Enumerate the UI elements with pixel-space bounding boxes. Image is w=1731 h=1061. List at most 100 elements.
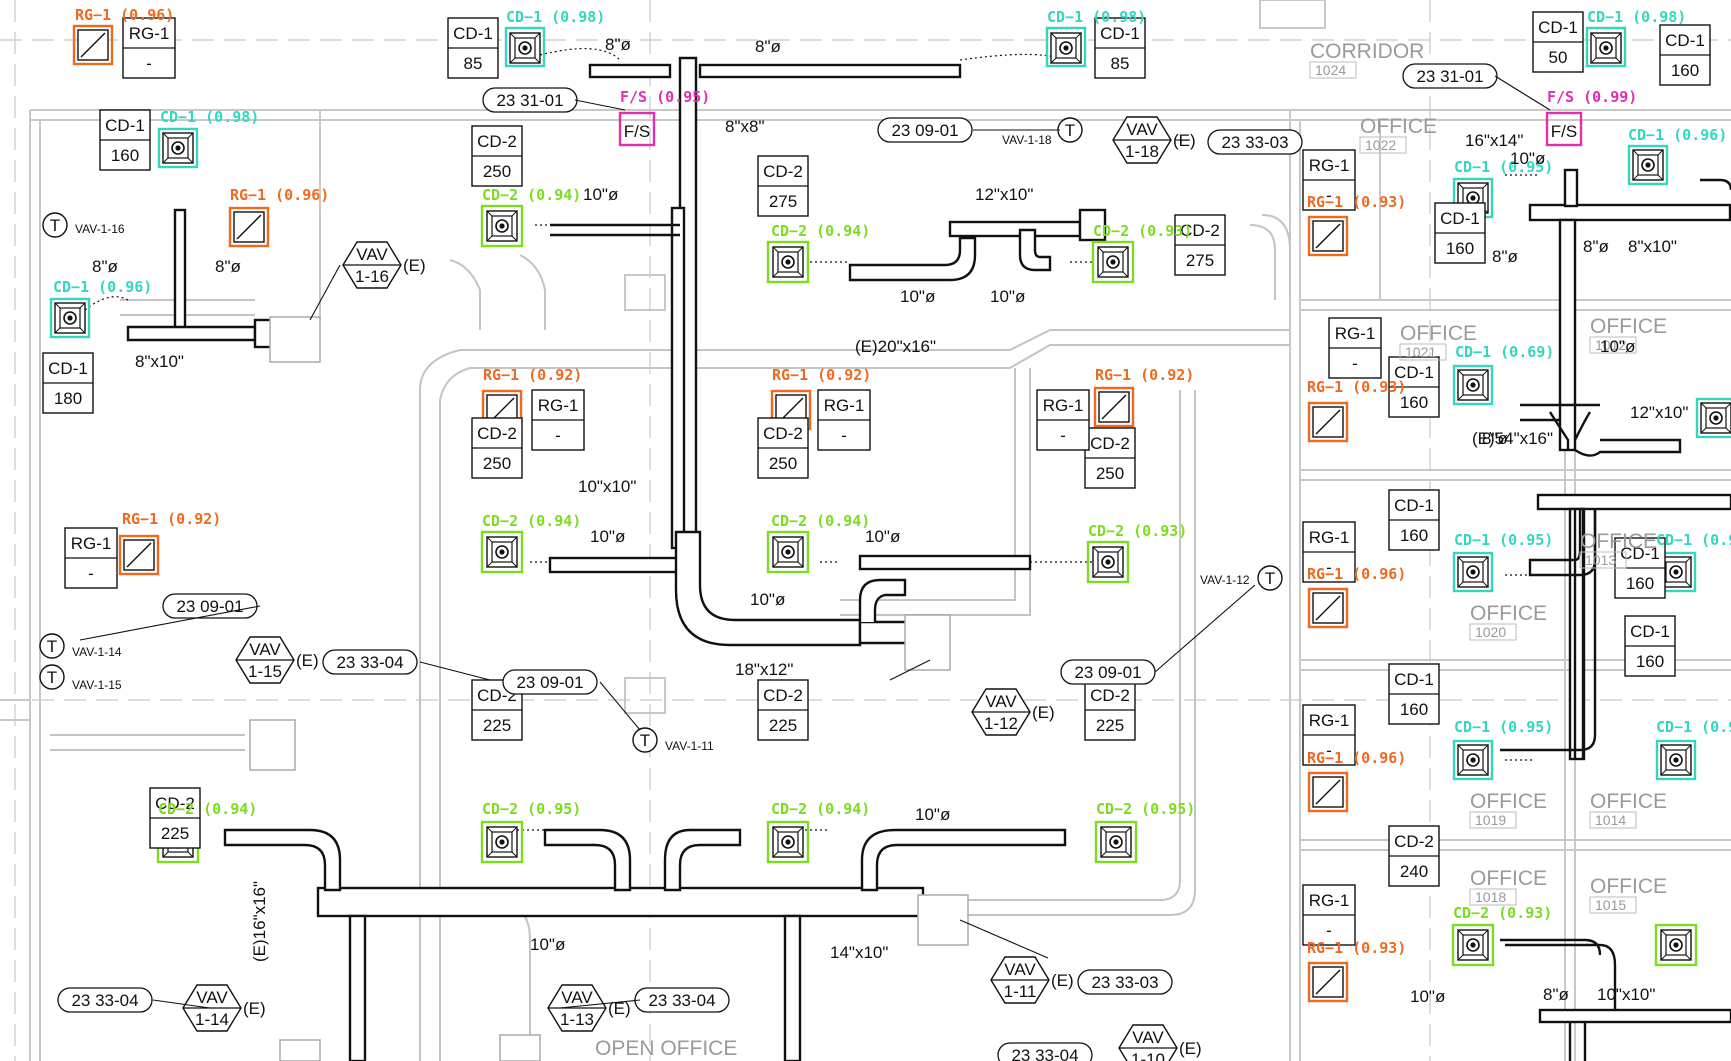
room-name: OFFICE (1360, 115, 1437, 138)
diffuser-cfm-label: 85 (464, 54, 483, 73)
vav-tag-top: VAV (985, 692, 1017, 711)
detection-label: CD−1 (0.96) (53, 278, 152, 296)
diffuser-cfm-label: 250 (1096, 464, 1124, 483)
detection-label: RG−1 (0.96) (1307, 565, 1406, 583)
vav-tag-number: 1-10 (1131, 1050, 1165, 1061)
detection-label: RG−1 (0.92) (772, 366, 871, 384)
duct-size-label: 8"ø (215, 257, 241, 276)
room-name: OFFICE (1400, 322, 1477, 345)
thermostat-label: VAV-1-18 (1002, 133, 1052, 147)
duct-size-label: 12"x10" (1630, 403, 1688, 422)
grille-type-label: RG-1 (538, 396, 579, 415)
diffuser-type-label: CD-2 (763, 424, 803, 443)
diffuser-cfm-label: 275 (1186, 251, 1214, 270)
duct-size-label: 10"ø (1510, 149, 1545, 168)
diffuser-type-label: CD-2 (763, 162, 803, 181)
duct-size-label: 10"ø (865, 527, 900, 546)
detection-label: CD−2 (0.94) (771, 512, 870, 530)
vav-tag-top: VAV (1004, 960, 1036, 979)
fire-smoke-damper-label: F/S (1551, 122, 1577, 141)
diffuser-type-label: CD-1 (453, 24, 493, 43)
vav-tag-top: VAV (1132, 1028, 1164, 1047)
vav-tag-top: VAV (249, 640, 281, 659)
room-name: OPEN OFFICE (595, 1037, 737, 1060)
diffuser-cfm-label: 160 (1626, 574, 1654, 593)
detection-label: RG−1 (0.92) (1095, 366, 1194, 384)
spec-reference-label: 23 33-03 (1221, 133, 1288, 152)
thermostat-label: VAV-1-11 (665, 739, 714, 753)
vav-tag-number: 1-14 (195, 1010, 229, 1029)
diffuser-cfm-label: 160 (1636, 652, 1664, 671)
detection-label: CD−2 (0.93) (1088, 522, 1187, 540)
duct-size-label: 10"ø (900, 287, 935, 306)
grille-type-label: RG-1 (1309, 528, 1350, 547)
grille-type-label: RG-1 (71, 534, 112, 553)
thermostat-label: VAV-1-15 (72, 678, 122, 692)
detection-label: RG−1 (0.92) (483, 366, 582, 384)
diffuser-cfm-label: 160 (1400, 526, 1428, 545)
existing-mark: (E) (403, 256, 426, 275)
grille-type-label: RG-1 (1309, 156, 1350, 175)
existing-mark: (E) (1179, 1039, 1202, 1058)
duct-size-label: 8"ø (1543, 985, 1569, 1004)
duct-size-label: 10"ø (583, 185, 618, 204)
diffuser-cfm-label: 225 (1096, 716, 1124, 735)
diffuser-type-label: CD-1 (1440, 209, 1480, 228)
duct-size-label: 10"ø (590, 527, 625, 546)
thermostat-t: T (1265, 569, 1275, 588)
detection-label: CD−1 (0.95) (1656, 718, 1731, 736)
detection-label: RG−1 (0.93) (1307, 193, 1406, 211)
spec-reference-label: 23 33-03 (1091, 973, 1158, 992)
detection-label: CD−1 (0.96) (1628, 126, 1727, 144)
room-name: OFFICE (1470, 867, 1547, 890)
detection-label: CD−2 (0.95) (482, 800, 581, 818)
duct-size-label: (E)20"x16" (855, 337, 936, 356)
vav-tag-number: 1-13 (560, 1010, 594, 1029)
detection-label: CD−1 (0.95) (1454, 718, 1553, 736)
diffuser-cfm-label: 160 (1671, 61, 1699, 80)
detection-label: CD−1 (0.98) (506, 8, 605, 26)
diffuser-type-label: CD-1 (48, 359, 88, 378)
room-name: OFFICE (1590, 790, 1667, 813)
grille-value-label: - (1326, 921, 1332, 940)
duct-size-label: 10"ø (1410, 987, 1445, 1006)
diffuser-cfm-label: 160 (111, 146, 139, 165)
diffuser-type-label: CD-2 (477, 424, 517, 443)
duct-size-label: 10"x10" (1597, 985, 1655, 1004)
spec-reference-label: 23 33-04 (1011, 1046, 1078, 1061)
detection-label: RG−1 (0.96) (1307, 749, 1406, 767)
diffuser-type-label: CD-2 (1090, 686, 1130, 705)
spec-reference-label: 23 31-01 (496, 91, 563, 110)
room-number: 1022 (1365, 137, 1396, 153)
grille-type-label: RG-1 (1309, 711, 1350, 730)
detection-label: CD−2 (0.94) (482, 512, 581, 530)
vav-tag-top: VAV (561, 988, 593, 1007)
diffuser-cfm-label: 225 (483, 716, 511, 735)
vav-tag-number: 1-12 (984, 714, 1018, 733)
duct-size-label: 8"ø (755, 37, 781, 56)
diffuser-type-label: CD-1 (1665, 31, 1705, 50)
diffuser-type-label: CD-1 (1538, 18, 1578, 37)
detection-label: CD−2 (0.93) (1093, 222, 1192, 240)
vav-tag-number: 1-18 (1125, 142, 1159, 161)
existing-mark: (E) (1032, 703, 1055, 722)
grille-type-label: RG-1 (1309, 891, 1350, 910)
duct-size-label: 12"x10" (975, 185, 1033, 204)
diffuser-cfm-label: 160 (1446, 239, 1474, 258)
detection-label: CD−1 (0.98) (1587, 8, 1686, 26)
spec-reference-label: 23 09-01 (516, 673, 583, 692)
thermostat-label: VAV-1-12 (1200, 573, 1250, 587)
room-name: OFFICE (1470, 790, 1547, 813)
existing-ductwork (50, 214, 1291, 1061)
fire-smoke-damper-label: F/S (624, 122, 650, 141)
detection-label: CD−1 (0.95) (1656, 531, 1731, 549)
detection-label: RG−1 (0.93) (1307, 939, 1406, 957)
diffuser-cfm-label: 225 (769, 716, 797, 735)
diffuser-cfm-label: 160 (1400, 700, 1428, 719)
diffuser-type-label: CD-1 (1394, 670, 1434, 689)
thermostat-label: VAV-1-16 (75, 222, 125, 236)
room-number: 1024 (1315, 62, 1346, 78)
vav-tag-number: 1-16 (355, 267, 389, 286)
thermostat-t: T (50, 216, 60, 235)
duct-size-label: 8"x8" (725, 117, 764, 136)
